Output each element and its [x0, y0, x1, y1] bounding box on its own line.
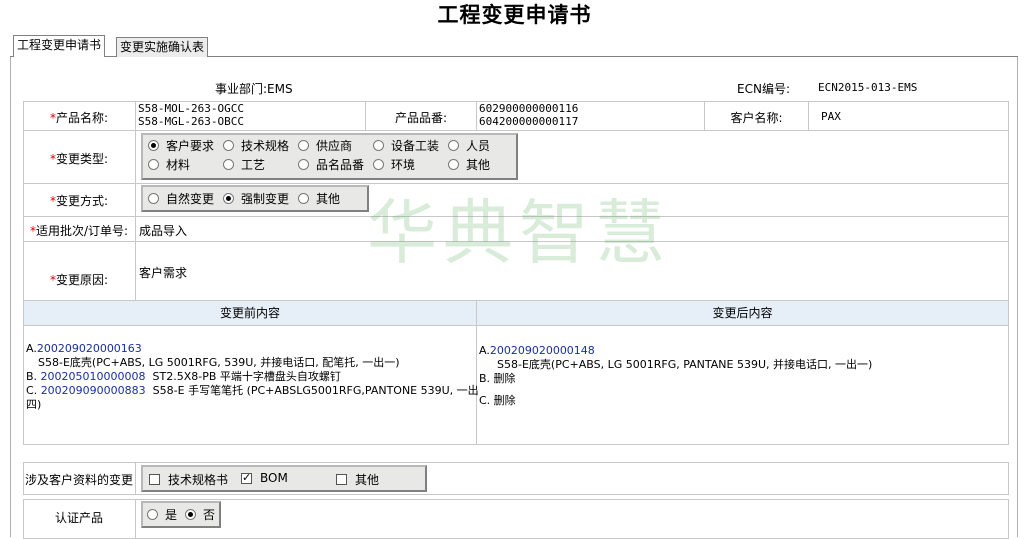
customer-doc-other[interactable]: 其他	[336, 471, 379, 488]
reason-value: 客户需求	[139, 266, 188, 280]
change-type-partno[interactable]: 品名品番	[298, 156, 364, 173]
page-title: 工程变更申请书	[437, 2, 592, 27]
batch-value: 成品导入	[139, 224, 188, 238]
radio-icon	[223, 159, 234, 170]
cert-yes[interactable]: 是	[147, 506, 177, 523]
change-method-forced[interactable]: 强制变更	[223, 190, 289, 207]
before-item-b: B. 200205010000008 ST2.5X8-PB 平端十字槽盘头自攻螺…	[26, 370, 341, 383]
change-type-personnel[interactable]: 人员	[448, 137, 490, 154]
tab-change-request[interactable]: 工程变更申请书	[13, 35, 106, 58]
cert-group: 是 否	[141, 501, 221, 528]
change-method-natural[interactable]: 自然变更	[148, 190, 214, 207]
product-nos: 602900000000116 604200000000117	[479, 102, 578, 128]
change-method-other[interactable]: 其他	[298, 190, 340, 207]
after-content: A.200209020000148 S58-E底壳(PC+ABS, LG 500…	[479, 344, 872, 408]
customer-doc-label: 涉及客户资料的变更	[24, 473, 133, 487]
radio-icon	[185, 509, 196, 520]
after-item-a-desc: S58-E底壳(PC+ABS, LG 5001RFG, PANTANE 539U…	[497, 358, 873, 371]
ecn-label: ECN编号:	[737, 82, 790, 96]
radio-icon	[148, 159, 159, 170]
batch-label: *适用批次/订单号:	[29, 224, 129, 238]
customer-value: PAX	[821, 110, 841, 123]
change-type-environment[interactable]: 环境	[373, 156, 415, 173]
change-type-process[interactable]: 工艺	[223, 156, 265, 173]
radio-icon	[448, 140, 459, 151]
ecn-value: ECN2015-013-EMS	[818, 81, 918, 94]
form-panel: 事业部门:EMS ECN编号: ECN2015-013-EMS *产品名称: S…	[10, 57, 1018, 539]
before-item-c-cont: 四)	[26, 398, 42, 411]
checkbox-icon	[149, 474, 160, 485]
reason-label: *变更原因:	[49, 273, 109, 287]
radio-icon	[223, 140, 234, 151]
after-header: 变更后内容	[477, 301, 1008, 326]
product-name-label: *产品名称:	[49, 111, 109, 125]
radio-icon	[148, 140, 159, 151]
product-no-1: 602900000000116	[479, 102, 579, 115]
change-type-other[interactable]: 其他	[448, 156, 490, 173]
change-type-group: 客户要求 技术规格 供应商 设备工装 人员 材料 工艺 品名品番 环境 其他	[141, 133, 518, 180]
change-method-label: *变更方式:	[49, 194, 109, 208]
radio-icon	[448, 159, 459, 170]
radio-icon	[147, 509, 158, 520]
product-name-1: S58-MOL-263-OGCC	[138, 102, 244, 115]
change-type-supplier[interactable]: 供应商	[298, 137, 352, 154]
before-content: A.200209020000163 S58-E底壳(PC+ABS, LG 500…	[26, 342, 479, 412]
change-type-label: *变更类型:	[49, 152, 109, 166]
change-type-customer[interactable]: 客户要求	[148, 137, 214, 154]
tab-change-confirmation[interactable]: 变更实施确认表	[116, 37, 209, 57]
tab-bar: 工程变更申请书 变更实施确认表	[10, 35, 1018, 58]
after-item-c: C. 删除	[479, 394, 516, 407]
change-type-spec[interactable]: 技术规格	[223, 137, 289, 154]
dept-label: 事业部门:EMS	[215, 82, 293, 96]
change-type-material[interactable]: 材料	[148, 156, 190, 173]
product-no-2: 604200000000117	[479, 115, 579, 128]
product-names: S58-MOL-263-OGCC S58-MGL-263-OBCC	[138, 102, 244, 128]
product-no-label: 产品品番:	[394, 111, 448, 125]
radio-icon	[298, 193, 309, 204]
radio-icon	[298, 140, 309, 151]
radio-icon	[373, 140, 384, 151]
change-method-group: 自然变更 强制变更 其他	[141, 185, 369, 212]
customer-doc-group: 技术规格书 BOM 其他	[141, 465, 427, 492]
cert-label: 认证产品	[54, 511, 103, 525]
change-type-equipment[interactable]: 设备工装	[373, 137, 439, 154]
checkbox-icon	[336, 474, 347, 485]
radio-icon	[373, 159, 384, 170]
after-item-a: A.200209020000148	[479, 344, 595, 357]
radio-icon	[298, 159, 309, 170]
customer-doc-bom[interactable]: BOM	[241, 471, 288, 485]
before-header: 变更前内容	[24, 301, 476, 326]
cert-no[interactable]: 否	[185, 506, 215, 523]
radio-icon	[223, 193, 234, 204]
before-item-a: A.200209020000163	[26, 342, 142, 355]
customer-label: 客户名称:	[730, 111, 783, 125]
customer-doc-spec[interactable]: 技术规格书	[149, 471, 228, 488]
before-item-c: C. 200209090000883 S58-E 手写笔笔托 (PC+ABSLG…	[26, 384, 479, 397]
after-item-b: B. 删除	[479, 372, 516, 385]
radio-icon	[148, 193, 159, 204]
product-name-2: S58-MGL-263-OBCC	[138, 115, 244, 128]
before-item-a-desc: S58-E底壳(PC+ABS, LG 5001RFG, 539U, 并接电话口,…	[38, 356, 400, 369]
checkbox-icon	[241, 471, 252, 484]
